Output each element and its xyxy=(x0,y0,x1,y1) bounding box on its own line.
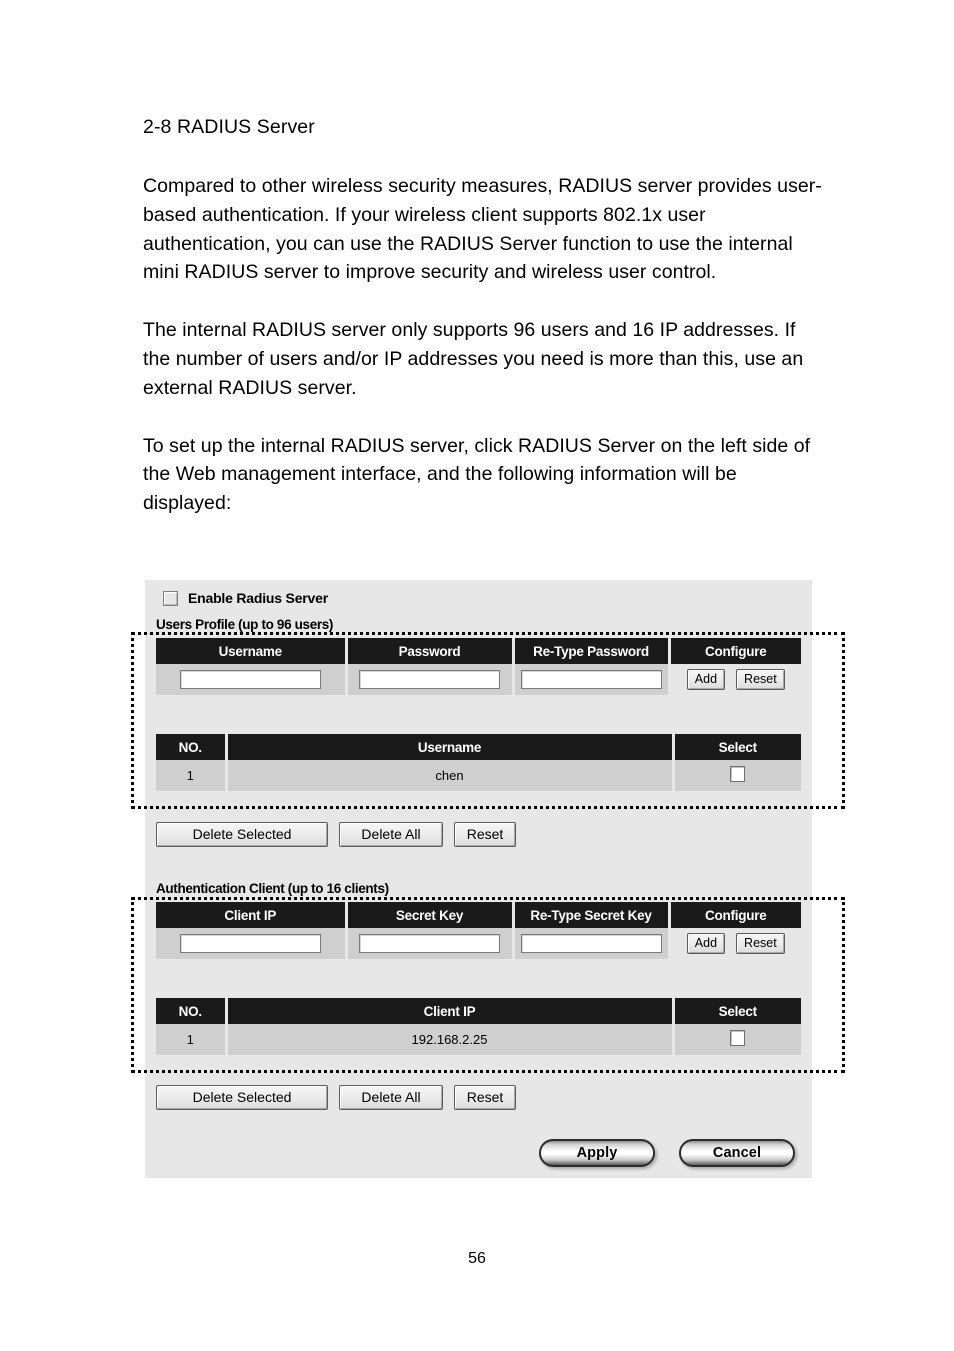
users-entry-row: Add Reset xyxy=(156,664,801,695)
paragraph-2: The internal RADIUS server only supports… xyxy=(143,319,804,399)
enable-radius-server-row[interactable]: Enable Radius Server xyxy=(163,590,328,606)
password-input[interactable] xyxy=(359,670,500,689)
clients-add-button[interactable]: Add xyxy=(686,933,726,954)
page-title: 2-8 RADIUS Server xyxy=(143,116,315,138)
authentication-client-title: Authentication Client (up to 16 clients) xyxy=(156,881,389,896)
secret-key-input[interactable] xyxy=(359,934,500,953)
users-profile-title: Users Profile (up to 96 users) xyxy=(156,617,334,632)
cell-password-input xyxy=(346,664,515,695)
cell-client-row-no: 1 xyxy=(156,1024,228,1055)
cell-client-row-ip: 192.168.2.25 xyxy=(226,1024,675,1055)
apply-button[interactable]: Apply xyxy=(539,1139,655,1167)
col-no: NO. xyxy=(156,734,228,760)
users-entry-table: Username Password Re-Type Password Confi… xyxy=(156,638,801,695)
clients-delete-selected-button[interactable]: Delete Selected xyxy=(156,1085,328,1110)
col-client-ip: Client IP xyxy=(156,902,348,928)
cell-row-username: chen xyxy=(226,760,675,791)
cancel-button[interactable]: Cancel xyxy=(679,1139,795,1167)
clients-actions-row: Delete Selected Delete All Reset xyxy=(156,1085,516,1110)
col-password: Password xyxy=(346,638,515,664)
retype-secret-key-input[interactable] xyxy=(520,934,662,953)
users-list-header-row: NO. Username Select xyxy=(156,734,801,760)
col-username-list: Username xyxy=(226,734,675,760)
col-select-clients: Select xyxy=(673,998,801,1024)
radius-server-panel: Enable Radius Server Users Profile (up t… xyxy=(145,580,812,1178)
clients-reset-list-button[interactable]: Reset xyxy=(454,1085,516,1110)
clients-reset-button[interactable]: Reset xyxy=(736,933,785,954)
users-delete-selected-button[interactable]: Delete Selected xyxy=(156,822,328,847)
username-input[interactable] xyxy=(179,670,321,689)
users-reset-list-button[interactable]: Reset xyxy=(454,822,516,847)
radius-server-screenshot: Enable Radius Server Users Profile (up t… xyxy=(131,580,845,1178)
paragraph-3: To set up the internal RADIUS server, cl… xyxy=(143,434,811,515)
document-body: 2-8 RADIUS Server Compared to other wire… xyxy=(143,112,823,518)
enable-radius-server-checkbox[interactable] xyxy=(163,590,178,606)
clients-entry-row: Add Reset xyxy=(156,928,801,959)
users-entry-header-row: Username Password Re-Type Password Confi… xyxy=(156,638,801,664)
cell-retype-password-input xyxy=(513,664,671,695)
col-secret-key: Secret Key xyxy=(346,902,515,928)
clients-entry-header-row: Client IP Secret Key Re-Type Secret Key … xyxy=(156,902,801,928)
paragraph-1: Compared to other wireless security meas… xyxy=(143,175,822,284)
col-configure-clients: Configure xyxy=(669,902,801,928)
cell-username-input xyxy=(156,664,348,695)
col-retype-password: Re-Type Password xyxy=(513,638,671,664)
col-configure: Configure xyxy=(669,638,801,664)
col-retype-secret-key: Re-Type Secret Key xyxy=(513,902,671,928)
clients-delete-all-button[interactable]: Delete All xyxy=(339,1085,443,1110)
users-delete-all-button[interactable]: Delete All xyxy=(339,822,443,847)
page-number: 56 xyxy=(468,1250,486,1267)
cell-retype-secret-key-input xyxy=(513,928,671,959)
cell-users-configure: Add Reset xyxy=(669,664,801,695)
clients-list-header-row: NO. Client IP Select xyxy=(156,998,801,1024)
retype-password-input[interactable] xyxy=(520,670,662,689)
client-row-select-checkbox[interactable] xyxy=(730,1030,746,1046)
users-reset-button[interactable]: Reset xyxy=(736,669,785,690)
cell-client-row-select xyxy=(673,1024,801,1055)
col-no-clients: NO. xyxy=(156,998,228,1024)
cell-clients-configure: Add Reset xyxy=(669,928,801,959)
col-select: Select xyxy=(673,734,801,760)
table-row: 1 chen xyxy=(156,760,801,791)
client-ip-input[interactable] xyxy=(179,934,321,953)
cell-client-ip-input xyxy=(156,928,348,959)
panel-footer-buttons: Apply Cancel xyxy=(539,1139,795,1167)
cell-row-select xyxy=(673,760,801,791)
users-actions-row: Delete Selected Delete All Reset xyxy=(156,822,516,847)
col-client-ip-list: Client IP xyxy=(226,998,675,1024)
col-username: Username xyxy=(156,638,348,664)
clients-entry-table: Client IP Secret Key Re-Type Secret Key … xyxy=(156,902,801,959)
cell-row-no: 1 xyxy=(156,760,228,791)
user-row-select-checkbox[interactable] xyxy=(730,766,746,782)
enable-radius-server-label: Enable Radius Server xyxy=(188,590,328,606)
clients-list-table: NO. Client IP Select 1 192.168.2.25 xyxy=(156,998,801,1055)
users-list-table: NO. Username Select 1 chen xyxy=(156,734,801,791)
cell-secret-key-input xyxy=(346,928,515,959)
users-add-button[interactable]: Add xyxy=(686,669,726,690)
table-row: 1 192.168.2.25 xyxy=(156,1024,801,1055)
